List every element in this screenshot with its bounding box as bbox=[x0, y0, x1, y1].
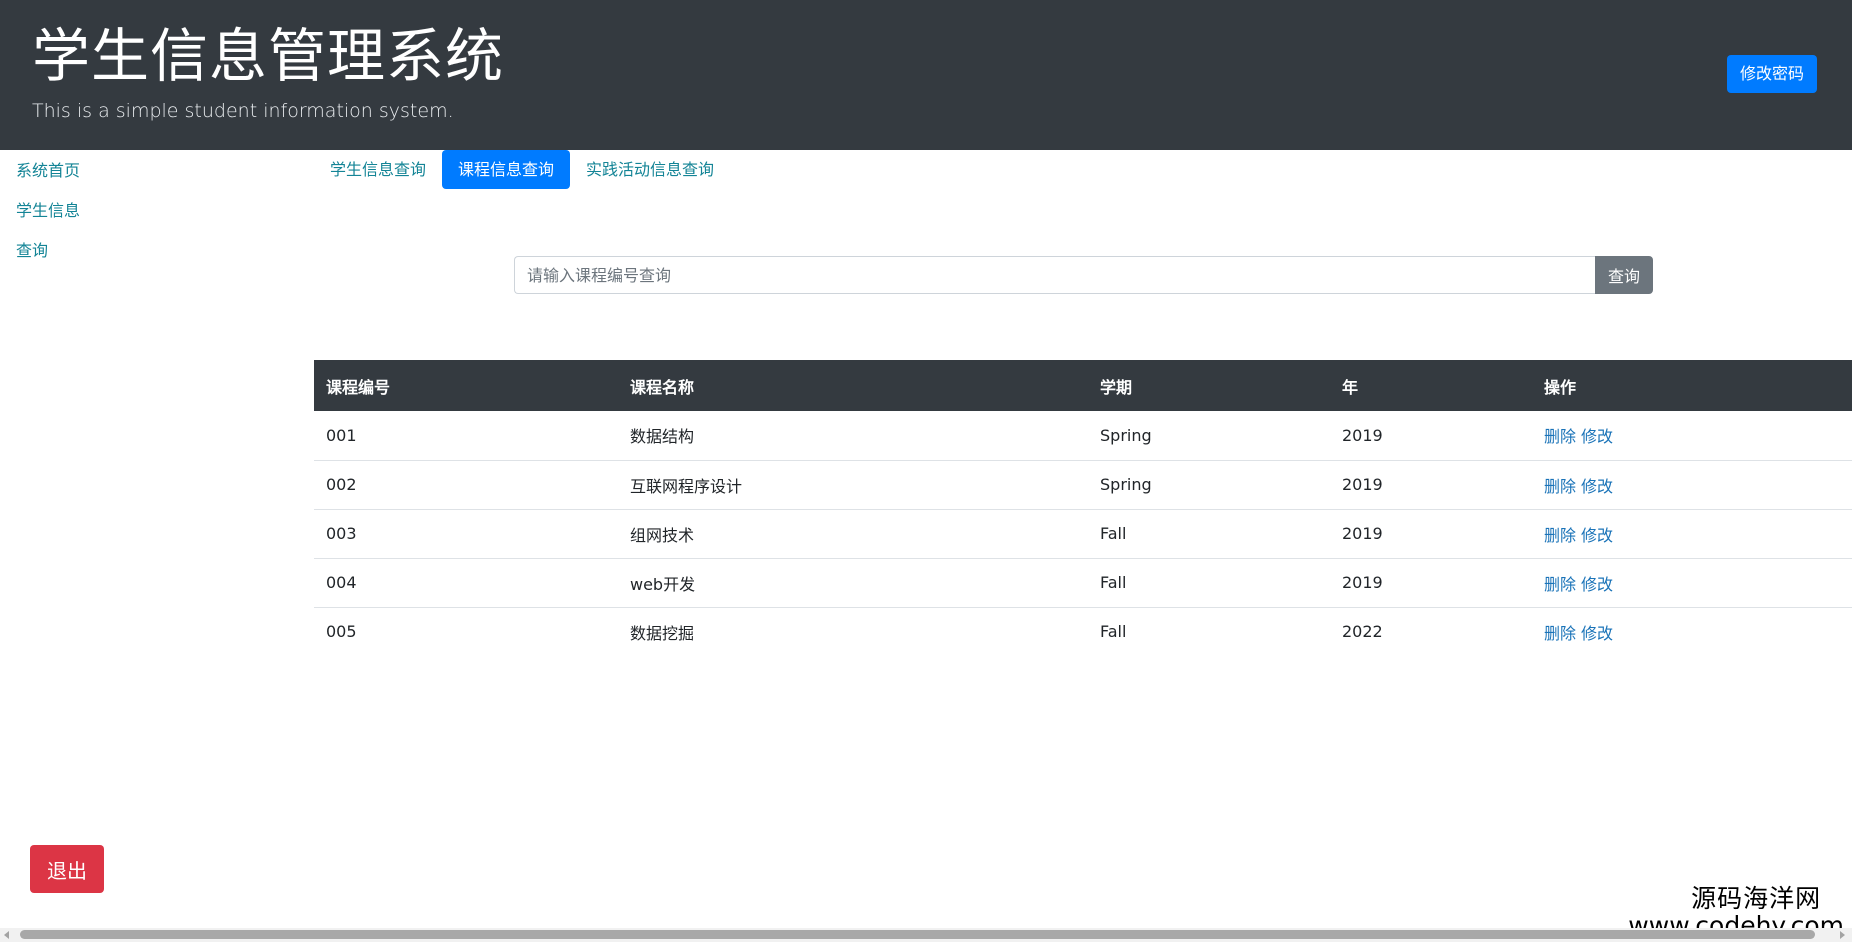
edit-link[interactable]: 修改 bbox=[1581, 427, 1613, 446]
cell-course-id: 001 bbox=[326, 425, 357, 445]
column-header-year: 年 bbox=[1342, 377, 1359, 397]
course-id-search-input[interactable] bbox=[514, 256, 1595, 294]
edit-link[interactable]: 修改 bbox=[1581, 477, 1613, 496]
cell-course-name: 数据挖掘 bbox=[630, 623, 695, 643]
scroll-left-arrow-icon[interactable] bbox=[4, 931, 9, 939]
cell-year: 2019 bbox=[1342, 425, 1383, 445]
watermark-name: 源码海洋网 bbox=[1691, 884, 1822, 913]
table-header-row: 课程编号 课程名称 学期 年 操作 bbox=[314, 360, 1852, 411]
table-row: 002 互联网程序设计 Spring 2019 删除 修改 bbox=[314, 460, 1852, 509]
delete-link[interactable]: 删除 bbox=[1544, 624, 1576, 643]
column-header-actions: 操作 bbox=[1544, 377, 1577, 397]
column-header-term: 学期 bbox=[1100, 377, 1133, 397]
cell-term: Fall bbox=[1100, 524, 1127, 543]
sidebar-item-query[interactable]: 查询 bbox=[16, 240, 48, 262]
tab-course-query[interactable]: 课程信息查询 bbox=[442, 150, 570, 189]
table-row: 001 数据结构 Spring 2019 删除 修改 bbox=[314, 411, 1852, 460]
horizontal-scrollbar-thumb[interactable] bbox=[20, 930, 1815, 939]
cell-actions: 删除 修改 bbox=[1532, 558, 1852, 607]
cell-course-id: 002 bbox=[326, 475, 357, 494]
tab-practice-query[interactable]: 实践活动信息查询 bbox=[576, 150, 724, 189]
cell-term: Spring bbox=[1100, 475, 1152, 494]
cell-course-name: web开发 bbox=[630, 574, 696, 594]
edit-link[interactable]: 修改 bbox=[1581, 526, 1613, 545]
delete-link[interactable]: 删除 bbox=[1544, 575, 1576, 594]
delete-link[interactable]: 删除 bbox=[1544, 477, 1576, 496]
cell-course-id: 003 bbox=[326, 524, 357, 543]
cell-year: 2019 bbox=[1342, 475, 1383, 494]
column-header-course-id: 课程编号 bbox=[326, 377, 391, 397]
logout-button[interactable]: 退出 bbox=[30, 845, 104, 893]
cell-course-name: 组网技术 bbox=[630, 525, 695, 545]
delete-link[interactable]: 删除 bbox=[1544, 427, 1576, 446]
tab-student-query[interactable]: 学生信息查询 bbox=[320, 150, 436, 189]
page-title: 学生信息管理系统 bbox=[32, 22, 505, 90]
table-row: 005 数据挖掘 Fall 2022 删除 修改 bbox=[314, 607, 1852, 656]
cell-actions: 删除 修改 bbox=[1532, 411, 1852, 460]
cell-course-name: 数据结构 bbox=[630, 427, 695, 447]
column-header-course-name: 课程名称 bbox=[630, 377, 695, 397]
cell-course-id: 004 bbox=[326, 573, 357, 592]
sidebar-item-student-info[interactable]: 学生信息 bbox=[16, 200, 80, 222]
cell-actions: 删除 修改 bbox=[1532, 460, 1852, 509]
table-row: 003 组网技术 Fall 2019 删除 修改 bbox=[314, 509, 1852, 558]
cell-year: 2022 bbox=[1342, 622, 1383, 642]
cell-actions: 删除 修改 bbox=[1532, 509, 1852, 558]
cell-term: Fall bbox=[1100, 573, 1127, 592]
cell-course-name: 互联网程序设计 bbox=[630, 476, 743, 496]
edit-link[interactable]: 修改 bbox=[1581, 575, 1613, 594]
scroll-right-arrow-icon[interactable] bbox=[1840, 931, 1845, 939]
delete-link[interactable]: 删除 bbox=[1544, 526, 1576, 545]
cell-term: Fall bbox=[1100, 622, 1127, 642]
change-password-button[interactable]: 修改密码 bbox=[1727, 55, 1817, 93]
page-subtitle: This is a simple student information sys… bbox=[32, 100, 454, 122]
edit-link[interactable]: 修改 bbox=[1581, 624, 1613, 643]
course-table: 课程编号 课程名称 学期 年 操作 001 数据结构 Spring 2019 删… bbox=[314, 360, 1852, 656]
page: 学生信息管理系统 This is a simple student inform… bbox=[0, 0, 1852, 942]
cell-term: Spring bbox=[1100, 425, 1152, 445]
cell-course-id: 005 bbox=[326, 622, 357, 642]
sidebar-item-home[interactable]: 系统首页 bbox=[16, 160, 80, 182]
cell-year: 2019 bbox=[1342, 573, 1383, 592]
cell-year: 2019 bbox=[1342, 524, 1383, 543]
cell-actions: 删除 修改 bbox=[1532, 607, 1852, 656]
table-row: 004 web开发 Fall 2019 删除 修改 bbox=[314, 558, 1852, 607]
search-button[interactable]: 查询 bbox=[1595, 256, 1653, 294]
header: 学生信息管理系统 This is a simple student inform… bbox=[0, 0, 1852, 150]
